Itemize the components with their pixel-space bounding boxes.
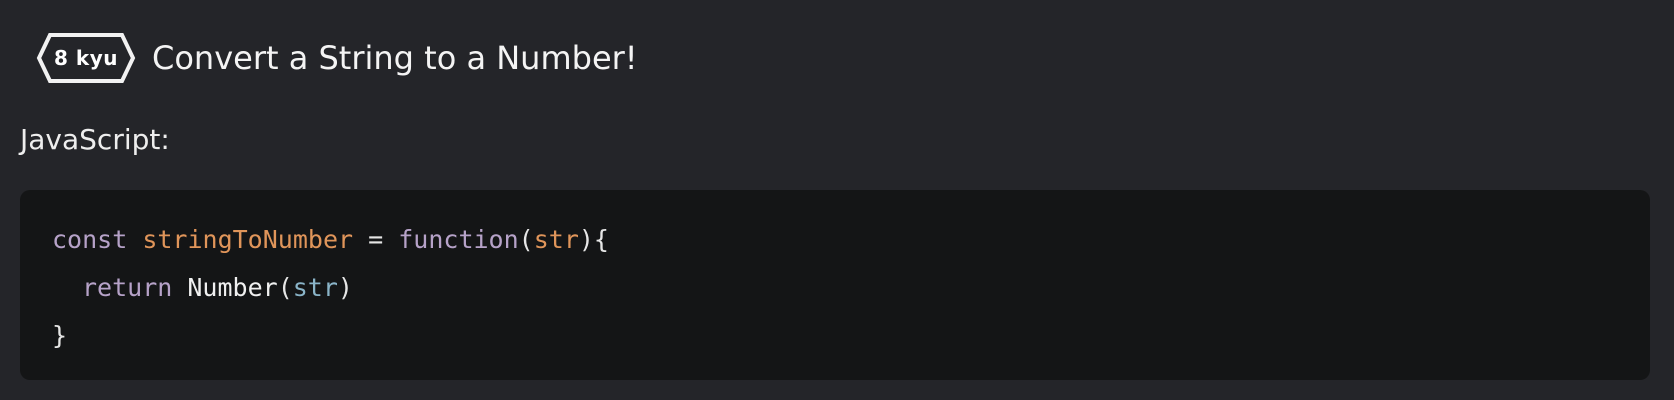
code-token-punctuation: } bbox=[52, 321, 68, 350]
code-token-operator: = bbox=[368, 225, 384, 254]
code-token-keyword: return bbox=[82, 273, 173, 302]
code-token-punctuation: ){ bbox=[578, 225, 609, 254]
code-block: const stringToNumber = function(str){ re… bbox=[20, 190, 1650, 380]
code-token-keyword: function bbox=[398, 225, 519, 254]
code-token-parameter: str bbox=[533, 225, 579, 254]
code-token-keyword: const bbox=[52, 225, 128, 254]
code-token-function-name: stringToNumber bbox=[142, 225, 354, 254]
kata-solution-page: 8 kyu Convert a String to a Number! Java… bbox=[0, 0, 1674, 400]
kata-header: 8 kyu Convert a String to a Number! bbox=[36, 32, 638, 84]
code-token-builtin: Number bbox=[187, 273, 278, 302]
kata-title[interactable]: Convert a String to a Number! bbox=[152, 32, 638, 84]
code-token-punctuation: ( bbox=[277, 273, 293, 302]
kyu-rank-badge[interactable]: 8 kyu bbox=[36, 32, 136, 84]
code-token-punctuation: ) bbox=[337, 273, 353, 302]
code-token-punctuation: ( bbox=[518, 225, 534, 254]
code-line-2: return Number(str) bbox=[52, 264, 1618, 312]
code-line-3: } bbox=[52, 312, 1618, 360]
code-line-1: const stringToNumber = function(str){ bbox=[52, 216, 1618, 264]
code-token-variable: str bbox=[292, 273, 338, 302]
language-label: JavaScript: bbox=[20, 123, 170, 156]
kyu-rank-label: 8 kyu bbox=[54, 46, 118, 70]
